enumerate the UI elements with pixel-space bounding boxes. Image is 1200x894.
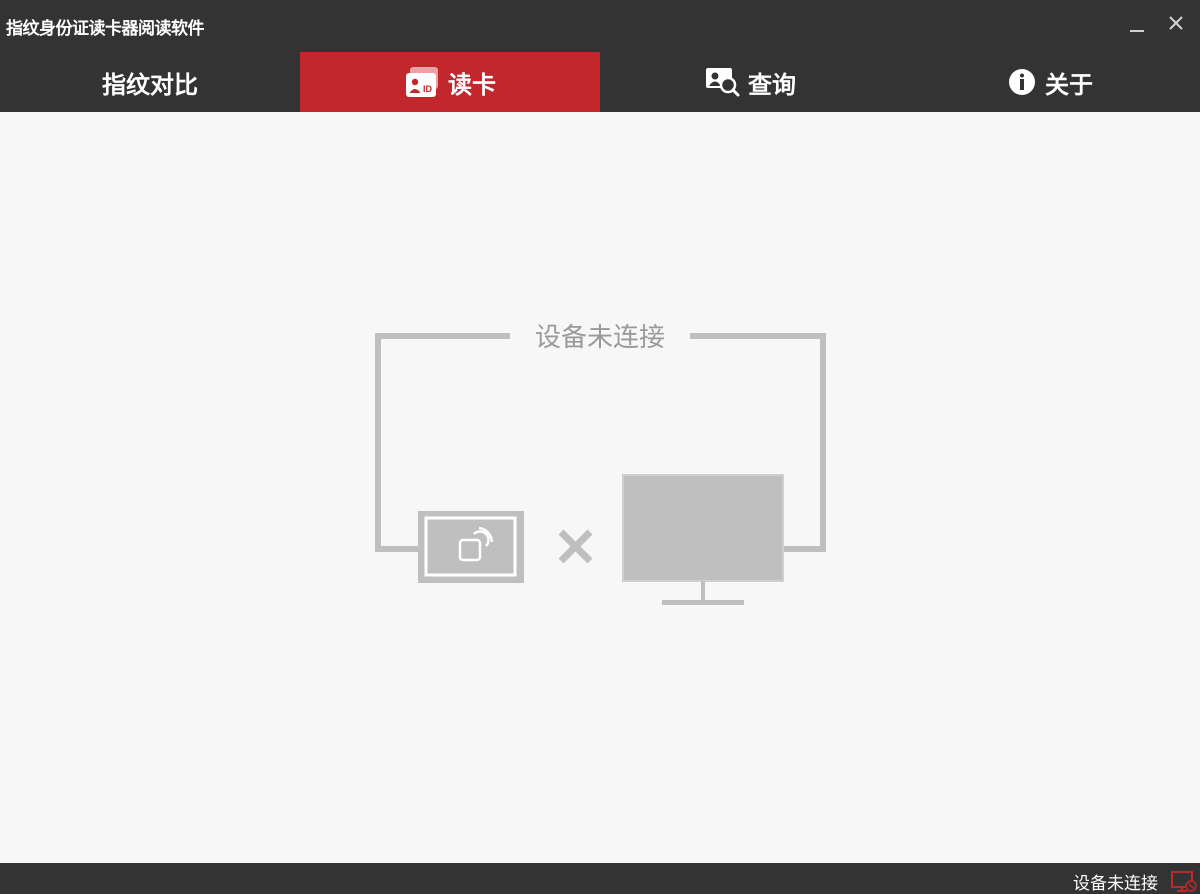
close-button[interactable] [1163, 10, 1189, 36]
tab-label: 查询 [748, 70, 796, 99]
tab-fingerprint-compare[interactable]: 指纹对比 [0, 52, 300, 112]
monitor-icon [622, 474, 784, 605]
tab-read-card[interactable]: ID 读卡 [300, 52, 600, 112]
info-icon [1009, 69, 1035, 95]
person-search-icon [706, 68, 740, 97]
minimize-icon [1130, 30, 1144, 32]
disconnected-x-icon [558, 529, 593, 564]
status-text: 设备未连接 [1073, 874, 1158, 894]
tab-label: 关于 [1045, 70, 1093, 99]
main-panel: 设备未连接 [0, 112, 1200, 863]
minimize-button[interactable] [1124, 10, 1150, 36]
tab-label: 读卡 [448, 70, 496, 99]
card-reader-icon [418, 511, 524, 583]
id-card-icon: ID [406, 67, 438, 97]
title-bar: 指纹身份证读卡器阅读软件 [0, 0, 1200, 52]
tab-query[interactable]: 查询 [600, 52, 900, 112]
connection-diagram [375, 333, 826, 605]
tab-about[interactable]: 关于 [900, 52, 1200, 112]
close-icon [1169, 16, 1183, 30]
status-bar: 设备未连接 [0, 863, 1200, 894]
tab-label: 指纹对比 [102, 70, 198, 99]
tab-bar: 指纹对比 ID 读卡 查询 关于 [0, 52, 1200, 112]
connection-status-label: 设备未连接 [534, 323, 665, 353]
svg-text:ID: ID [423, 84, 433, 94]
app-title: 指纹身份证读卡器阅读软件 [6, 19, 205, 39]
device-status-icon [1171, 871, 1197, 892]
